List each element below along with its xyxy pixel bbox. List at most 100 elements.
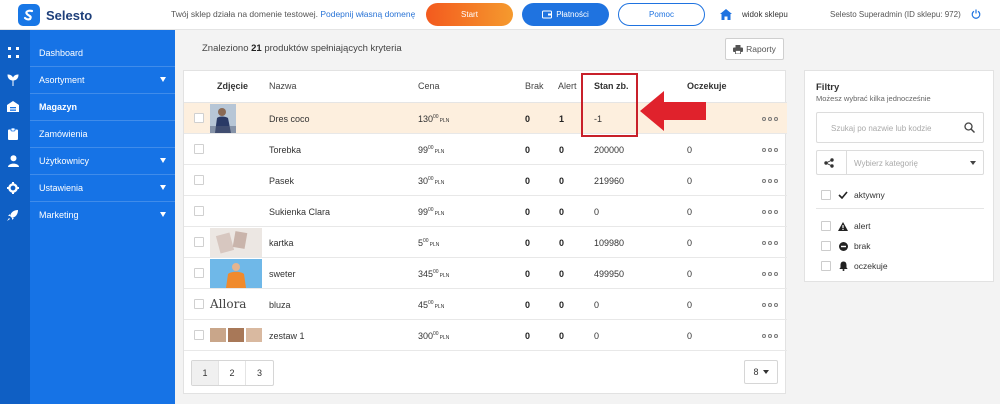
col-header-missing[interactable]: Brak [525,81,544,91]
table-row[interactable]: zestaw 1 30000PLN 0 0 0 0 [184,320,787,351]
page-button[interactable]: 3 [246,361,273,385]
missing-value: 0 [525,300,531,310]
row-checkbox[interactable] [194,330,204,340]
sidebar-item-dashboard[interactable]: Dashboard [0,39,175,66]
search-input[interactable]: Szukaj po nazwie lub kodzie [816,112,984,143]
filter-checkbox[interactable] [821,221,831,231]
filter-checkbox[interactable] [821,190,831,200]
missing-value: 0 [525,269,531,279]
sidebar-item-label: Użytkownicy [39,155,90,166]
sidebar-item-uzytkownicy[interactable]: Użytkownicy [0,147,175,174]
product-price: 30000PLN [418,331,450,341]
table-row[interactable]: Sukienka Clara 9900PLN 0 0 0 0 [184,196,787,227]
filter-option-alert[interactable]: alert [821,220,971,232]
col-header-price[interactable]: Cena [418,81,440,91]
page-button[interactable]: 2 [219,361,246,385]
stock-value: 0 [594,207,600,217]
search-icon[interactable] [964,122,975,133]
product-price: 34500PLN [418,269,450,279]
start-button[interactable]: Start [426,3,513,26]
clipboard-icon [7,127,19,140]
alert-value: 0 [559,238,565,248]
stock-value: 499950 [594,269,625,279]
pending-value: 0 [687,269,693,279]
filter-option-missing[interactable]: brak [821,240,971,252]
row-checkbox[interactable] [194,299,204,309]
sidebar-item-magazyn[interactable]: Magazyn [0,93,175,120]
product-price: 9900PLN [418,207,445,217]
page-button[interactable]: 1 [192,361,219,385]
row-checkbox[interactable] [194,175,204,185]
row-actions-icon[interactable] [762,272,778,276]
results-summary: Znaleziono 21 produktów spełniających kr… [202,43,402,54]
annotation-arrow-icon [640,91,706,131]
product-name[interactable]: Sukienka Clara [269,207,330,217]
row-checkbox[interactable] [194,206,204,216]
power-icon[interactable] [971,9,981,19]
sidebar-item-ustawienia[interactable]: Ustawienia [0,174,175,201]
product-name[interactable]: Torebka [269,145,301,155]
product-name[interactable]: Pasek [269,176,294,186]
selesto-logo-icon [18,4,40,26]
row-actions-icon[interactable] [762,303,778,307]
stock-value: 200000 [594,145,625,155]
row-checkbox[interactable] [194,237,204,247]
sidebar-item-label: Magazyn [39,101,78,112]
category-select[interactable]: Wybierz kategorię [816,150,984,175]
sidebar-item-zamowienia[interactable]: Zamówienia [0,120,175,147]
row-actions-icon[interactable] [762,334,778,338]
product-price: 4500PLN [418,300,445,310]
home-icon[interactable] [720,9,732,20]
row-actions-icon[interactable] [762,117,778,121]
row-checkbox[interactable] [194,144,204,154]
product-name[interactable]: kartka [269,238,294,248]
table-row[interactable]: Allora bluza 4500PLN 0 0 0 0 [184,289,787,320]
row-actions-icon[interactable] [762,179,778,183]
gear-icon [7,181,19,194]
sidebar-item-label: Dashboard [39,47,84,58]
reports-button[interactable]: Raporty [725,38,784,60]
sidebar-item-label: Ustawienia [39,182,84,193]
sidebar-item-asortyment[interactable]: Asortyment [0,66,175,93]
alert-value: 0 [559,176,565,186]
warehouse-icon [7,101,19,113]
col-header-name[interactable]: Nazwa [269,81,297,91]
view-shop-link[interactable]: widok sklepu [742,10,788,19]
payments-button[interactable]: Płatności [522,3,609,26]
table-row[interactable]: Torebka 9900PLN 0 0 200000 0 [184,134,787,165]
alert-value: 1 [559,114,565,124]
filter-checkbox[interactable] [821,241,831,251]
caret-down-icon [970,161,976,165]
category-placeholder: Wybierz kategorię [854,159,918,168]
test-domain-notice: Twój sklep działa na domenie testowej. P… [171,9,415,19]
pending-value: 0 [687,176,693,186]
table-row[interactable]: kartka 500PLN 0 0 109980 0 [184,227,787,258]
row-actions-icon[interactable] [762,210,778,214]
table-row[interactable]: Pasek 3000PLN 0 0 219960 0 [184,165,787,196]
row-checkbox[interactable] [194,113,204,123]
filter-checkbox[interactable] [821,261,831,271]
sidebar-item-label: Marketing [39,209,79,220]
filters-title: Filtry [816,82,840,93]
logo[interactable]: Selesto [18,4,92,26]
col-header-alert[interactable]: Alert [558,81,577,91]
warning-icon [838,221,848,231]
account-label: Selesto Superadmin (ID sklepu: 972) [830,10,961,19]
product-name[interactable]: sweter [269,269,296,279]
per-page-select[interactable]: 8 [744,360,778,384]
sidebar-item-marketing[interactable]: Marketing [0,201,175,228]
connect-domain-link[interactable]: Podepnij własną domenę [320,9,415,19]
help-button[interactable]: Pomoc [618,3,705,26]
row-actions-icon[interactable] [762,241,778,245]
row-checkbox[interactable] [194,268,204,278]
product-name[interactable]: zestaw 1 [269,331,305,341]
table-row[interactable]: sweter 34500PLN 0 0 499950 0 [184,258,787,289]
row-actions-icon[interactable] [762,148,778,152]
filter-option-active[interactable]: aktywny [821,189,971,201]
product-name[interactable]: Dres coco [269,114,310,124]
payments-label: Płatności [556,10,589,19]
product-name[interactable]: bluza [269,300,291,310]
alert-value: 0 [559,145,565,155]
filter-option-pending[interactable]: oczekuje [821,260,971,272]
caret-down-icon [160,212,166,217]
